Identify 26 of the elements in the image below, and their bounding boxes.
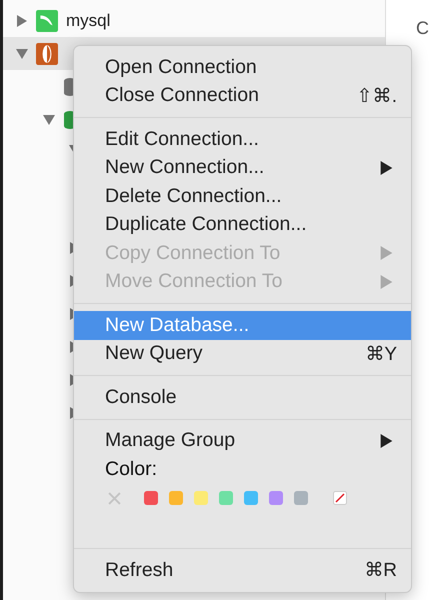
menu-item[interactable]: Open Connection [74,53,411,82]
menu-item[interactable]: Edit Connection... [74,125,411,154]
menu-item[interactable]: Close Connection ⇧⌘. [74,82,411,110]
color-swatch[interactable] [269,491,283,505]
color-swatch[interactable] [169,491,183,505]
panel-title: C [416,18,429,38]
expand-arrow-icon[interactable] [16,48,28,60]
color-swatch[interactable] [244,491,258,505]
menu-item[interactable]: Refresh ⌘R [74,556,411,584]
menu-item[interactable]: New Connection... [74,154,411,182]
menu-item[interactable]: Manage Group [74,426,411,455]
collapse-arrow-icon[interactable] [16,14,28,26]
tree-row[interactable]: mysql [3,4,385,37]
connection-name: mysql [66,10,110,30]
menu-item[interactable]: Delete Connection... [74,182,411,210]
menu-item[interactable]: Console [74,383,411,412]
custom-color-icon[interactable] [333,491,347,505]
close-icon[interactable] [108,492,121,504]
color-label: Color: [104,457,158,482]
color-swatch[interactable] [194,491,208,505]
color-swatch[interactable] [144,491,158,505]
expand-arrow-icon[interactable] [43,114,55,126]
color-swatch[interactable] [294,491,308,505]
menu-item[interactable]: Duplicate Connection... [74,210,411,239]
color-swatch[interactable] [219,491,233,505]
menu-item[interactable]: New Query ⌘Y [74,340,411,368]
